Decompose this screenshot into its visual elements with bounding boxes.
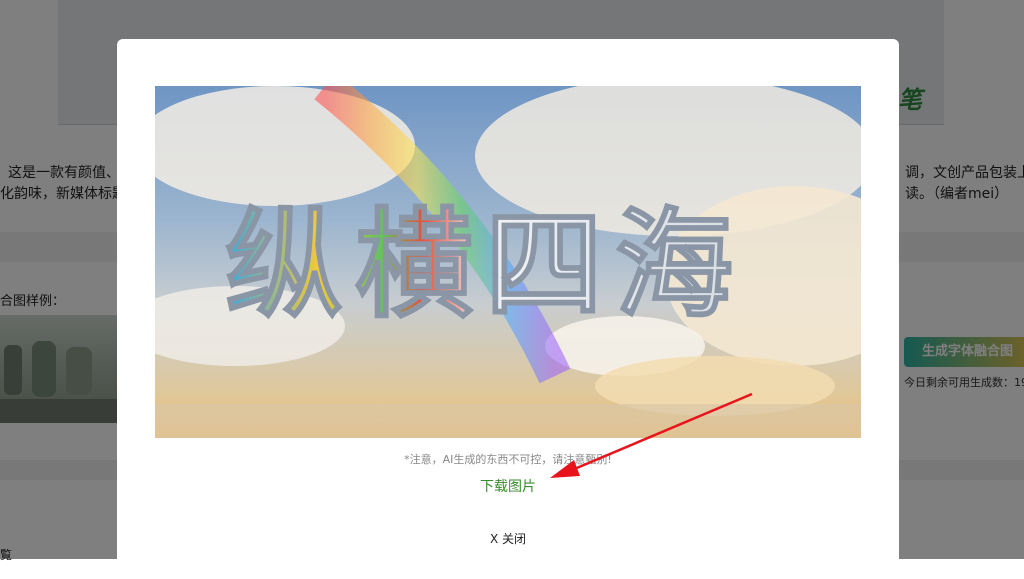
image-result-modal: 纵横四海 *注意，AI生成的东西不可控，请注意甄别! 下载图片 X 关闭 (117, 39, 899, 579)
close-modal-button[interactable]: X 关闭 (117, 530, 899, 547)
generated-image-text: 纵横四海 (225, 196, 745, 334)
download-image-link[interactable]: 下载图片 (117, 476, 899, 496)
ai-warning-note: *注意，AI生成的东西不可控，请注意甄别! (404, 453, 612, 466)
generated-image-art: 纵横四海 (155, 86, 861, 438)
generated-image-preview: 纵横四海 (155, 86, 861, 438)
